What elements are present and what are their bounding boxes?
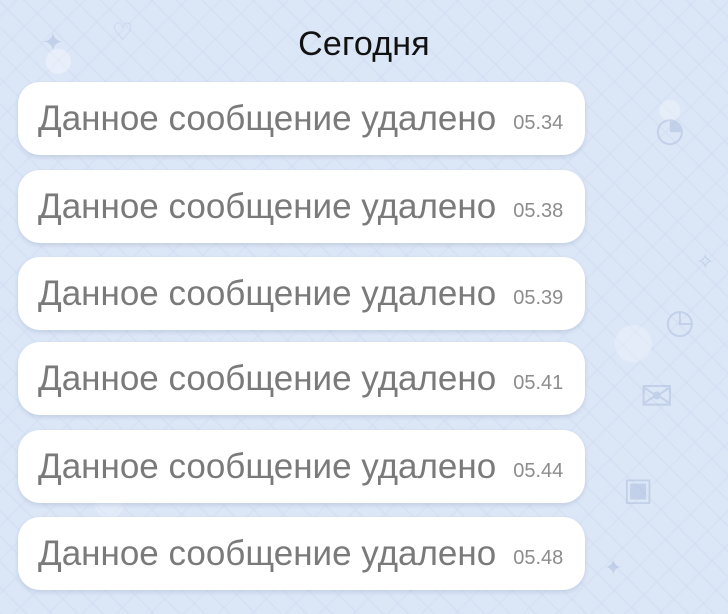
star-icon: ✧: [696, 250, 715, 275]
envelope-icon: ✉: [640, 374, 674, 420]
date-header: Сегодня: [298, 25, 430, 63]
book-icon: ▣: [623, 470, 654, 508]
message-time: 05.34: [513, 111, 564, 134]
message-text: Данное сообщение удалено: [38, 274, 497, 313]
message-time: 05.39: [513, 286, 564, 309]
message-time: 05.38: [513, 199, 564, 222]
message-bubble[interactable]: Данное сообщение удалено 05.34: [18, 82, 585, 155]
message-text: Данное сообщение удалено: [38, 534, 497, 573]
message-time: 05.48: [513, 546, 564, 569]
planet-icon: ◔: [655, 110, 685, 150]
message-bubble[interactable]: Данное сообщение удалено 05.44: [18, 430, 585, 503]
star-icon: ✦: [604, 556, 623, 581]
message-text: Данное сообщение удалено: [38, 187, 497, 226]
message-text: Данное сообщение удалено: [38, 447, 497, 486]
message-time: 05.44: [513, 459, 564, 482]
clock-icon: ◷: [665, 302, 695, 342]
message-bubble[interactable]: Данное сообщение удалено 05.38: [18, 170, 585, 243]
message-text: Данное сообщение удалено: [38, 359, 497, 398]
message-bubble[interactable]: Данное сообщение удалено 05.48: [18, 517, 585, 590]
message-time: 05.41: [513, 371, 564, 394]
message-text: Данное сообщение удалено: [38, 99, 497, 138]
message-bubble[interactable]: Данное сообщение удалено 05.39: [18, 257, 585, 330]
message-bubble[interactable]: Данное сообщение удалено 05.41: [18, 342, 585, 415]
